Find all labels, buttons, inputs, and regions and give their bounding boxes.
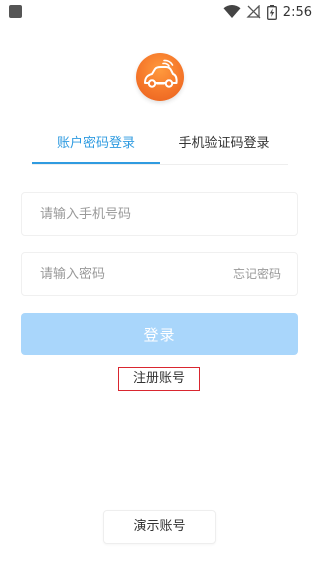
status-icons: 2:56 [223, 0, 320, 24]
status-time: 2:56 [282, 4, 312, 20]
wifi-icon [223, 5, 241, 18]
car-signal-logo-icon [144, 59, 178, 88]
login-button[interactable]: 登录 [21, 313, 298, 355]
app-logo [136, 53, 184, 101]
password-input[interactable] [40, 253, 220, 295]
login-tabs: 账户密码登录 手机验证码登录 [32, 128, 288, 165]
phone-input[interactable] [40, 193, 220, 235]
register-account-link[interactable]: 注册账号 [118, 367, 200, 391]
tab-account-password[interactable]: 账户密码登录 [32, 128, 160, 164]
notification-square-icon [9, 5, 22, 18]
phone-field-container [21, 192, 298, 236]
password-field-container: 忘记密码 [21, 252, 298, 296]
status-bar: 2:56 [0, 0, 320, 24]
no-signal-icon [246, 5, 261, 19]
forgot-password-link[interactable]: 忘记密码 [233, 253, 281, 295]
demo-account-button[interactable]: 演示账号 [103, 510, 216, 544]
tab-sms-code[interactable]: 手机验证码登录 [160, 128, 288, 163]
battery-charging-icon [266, 4, 277, 20]
